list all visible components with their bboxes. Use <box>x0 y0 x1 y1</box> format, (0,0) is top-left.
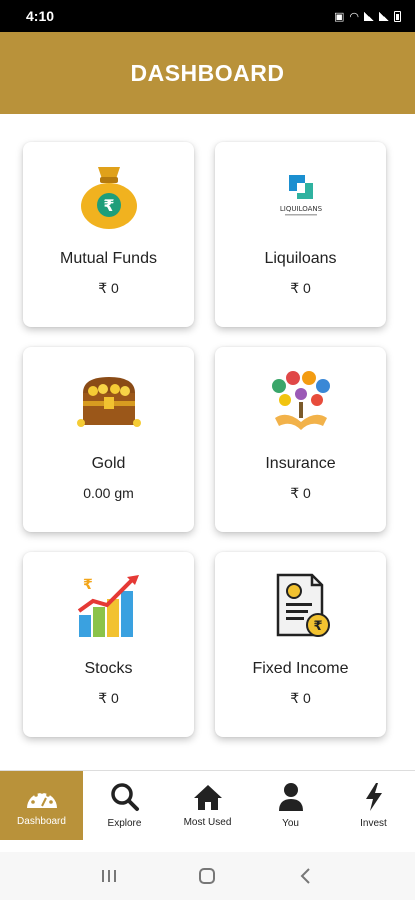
card-title: Gold <box>91 455 126 472</box>
signal-icon-2 <box>379 11 389 21</box>
nav-label: Invest <box>360 818 387 829</box>
speedometer-icon <box>25 784 59 810</box>
svg-text:₹: ₹ <box>313 619 322 634</box>
system-nav-bar <box>0 852 415 900</box>
svg-text:₹: ₹ <box>103 196 114 215</box>
card-value: 0.00 gm <box>83 485 134 501</box>
card-value: ₹ 0 <box>290 485 311 501</box>
card-title: Fixed Income <box>252 660 349 677</box>
card-liquiloans[interactable]: LIQUILOANS Liquiloans ₹ 0 <box>215 142 386 327</box>
user-icon <box>278 782 304 812</box>
status-bar: 4:10 ▣ ◠ <box>0 0 415 32</box>
home-icon <box>193 783 223 811</box>
treasure-chest-icon <box>69 365 149 437</box>
lightning-icon <box>364 782 384 812</box>
card-title: Liquiloans <box>264 250 337 267</box>
nav-label: Dashboard <box>17 816 66 827</box>
card-value: ₹ 0 <box>290 690 311 706</box>
status-icons: ▣ ◠ <box>334 10 401 23</box>
nav-you[interactable]: You <box>249 771 332 840</box>
wifi-icon: ◠ <box>349 10 359 23</box>
back-button[interactable] <box>286 861 326 891</box>
nav-label: Most Used <box>183 817 232 828</box>
stocks-chart-icon: ₹ <box>69 570 149 642</box>
card-value: ₹ 0 <box>98 690 119 706</box>
battery-icon <box>394 10 401 22</box>
nav-label: You <box>282 818 299 829</box>
nav-explore[interactable]: Explore <box>83 771 166 840</box>
card-title: Insurance <box>265 455 336 472</box>
card-gold[interactable]: Gold 0.00 gm <box>23 347 194 532</box>
card-title: Mutual Funds <box>60 250 157 267</box>
bottom-nav: Dashboard Explore Most Used You Invest <box>0 770 415 840</box>
dashboard-grid: ₹ Mutual Funds ₹ 0 LIQUILOANS Liquiloans… <box>0 114 415 770</box>
page-title: DASHBOARD <box>130 59 285 86</box>
search-icon <box>110 782 140 812</box>
card-title: Stocks <box>84 660 133 677</box>
svg-text:₹: ₹ <box>83 577 93 593</box>
card-stocks[interactable]: ₹ Stocks ₹ 0 <box>23 552 194 737</box>
notification-icon: ▣ <box>333 10 345 23</box>
card-value: ₹ 0 <box>98 280 119 296</box>
nav-invest[interactable]: Invest <box>332 771 415 840</box>
insurance-tree-icon <box>261 365 341 437</box>
card-insurance[interactable]: Insurance ₹ 0 <box>215 347 386 532</box>
recent-apps-button[interactable] <box>89 861 129 891</box>
home-button[interactable] <box>187 861 227 891</box>
liquiloans-logo: LIQUILOANS <box>261 160 341 232</box>
card-mutual-funds[interactable]: ₹ Mutual Funds ₹ 0 <box>23 142 194 327</box>
status-time: 4:10 <box>26 8 55 24</box>
certificate-rupee-icon: ₹ <box>261 570 341 642</box>
app-header: DASHBOARD <box>0 32 415 114</box>
card-value: ₹ 0 <box>290 280 311 296</box>
money-bag-icon: ₹ <box>69 160 149 232</box>
liquiloans-logo-text: LIQUILOANS <box>279 205 322 213</box>
card-fixed-income[interactable]: ₹ Fixed Income ₹ 0 <box>215 552 386 737</box>
nav-dashboard[interactable]: Dashboard <box>0 771 83 840</box>
nav-label: Explore <box>107 818 142 829</box>
nav-most-used[interactable]: Most Used <box>166 771 249 840</box>
signal-icon <box>364 11 374 21</box>
